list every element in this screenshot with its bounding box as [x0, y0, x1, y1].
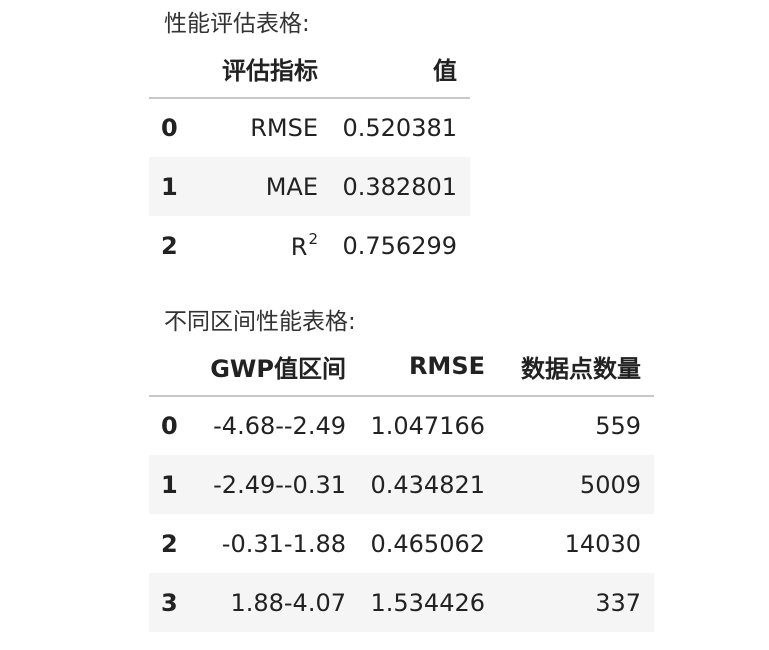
performance-table-caption: 性能评估表格: [164, 11, 310, 37]
row-index: 1 [161, 172, 178, 201]
metric-text: R [290, 233, 308, 261]
value-cell: 0.382801 [342, 172, 457, 201]
column-header-value: 值 [318, 39, 470, 99]
range-cell: 1.88-4.07 [230, 588, 346, 617]
count-cell: 14030 [564, 529, 641, 558]
interval-table-caption: 不同区间性能表格: [164, 309, 356, 335]
table-row: 0 -4.68--2.49 1.047166 559 [149, 396, 654, 455]
rmse-cell: 0.465062 [370, 529, 485, 558]
row-index: 1 [161, 470, 178, 499]
rmse-cell: 0.434821 [370, 470, 485, 499]
table-header-row: 评估指标 值 [149, 39, 470, 99]
row-index: 3 [161, 588, 178, 617]
count-cell: 5009 [579, 470, 641, 499]
table-row: 1 -2.49--0.31 0.434821 5009 [149, 455, 654, 514]
performance-table: 评估指标 值 0 RMSE 0.520381 1 MAE 0.382801 2 … [149, 39, 470, 275]
rmse-cell: 1.534426 [370, 588, 485, 617]
row-index: 2 [161, 231, 178, 260]
metric-cell: R2 [191, 216, 318, 275]
value-cell: 0.520381 [342, 114, 457, 142]
column-header-count: 数据点数量 [485, 337, 654, 397]
notebook-output: 性能评估表格: 评估指标 值 0 RMSE 0.520381 1 MAE 0.3… [0, 0, 769, 650]
column-header-rmse: RMSE [346, 337, 485, 397]
table-row: 3 1.88-4.07 1.534426 337 [149, 573, 654, 632]
table-row: 2 -0.31-1.88 0.465062 14030 [149, 514, 654, 573]
metric-cell: RMSE [250, 114, 318, 142]
range-cell: -4.68--2.49 [213, 412, 346, 440]
table-header-row: GWP值区间 RMSE 数据点数量 [149, 337, 654, 397]
column-header-range: GWP值区间 [191, 337, 346, 397]
row-index: 2 [161, 529, 178, 558]
column-header-metric: 评估指标 [191, 39, 318, 99]
table-row: 1 MAE 0.382801 [149, 157, 470, 216]
table-row: 0 RMSE 0.520381 [149, 98, 470, 157]
row-index: 0 [161, 114, 178, 142]
row-index: 0 [161, 412, 178, 440]
range-cell: -2.49--0.31 [213, 470, 346, 499]
index-header [149, 337, 191, 397]
rmse-cell: 1.047166 [370, 412, 485, 440]
count-cell: 559 [595, 412, 641, 440]
range-cell: -0.31-1.88 [221, 529, 346, 558]
metric-cell: MAE [265, 172, 318, 201]
metric-superscript: 2 [308, 230, 318, 248]
value-cell: 0.756299 [342, 231, 457, 260]
interval-table: GWP值区间 RMSE 数据点数量 0 -4.68--2.49 1.047166… [149, 337, 654, 632]
index-header [149, 39, 191, 99]
count-cell: 337 [595, 588, 641, 617]
table-row: 2 R2 0.756299 [149, 216, 470, 275]
